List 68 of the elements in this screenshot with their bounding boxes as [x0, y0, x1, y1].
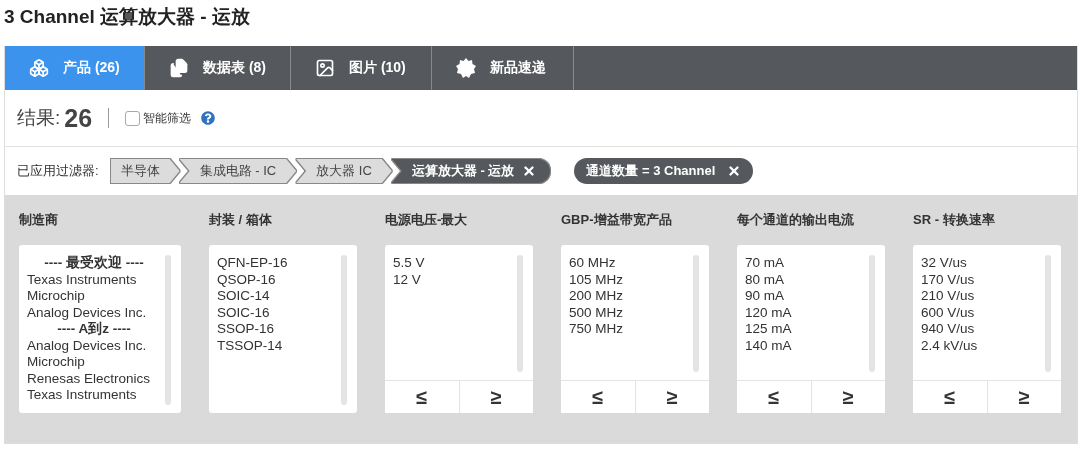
breadcrumb[interactable]: 放大器 IC [296, 159, 392, 183]
list-option[interactable]: QFN-EP-16 [217, 255, 337, 272]
compare-button[interactable]: ≥ [810, 381, 885, 413]
list-option[interactable]: Texas Instruments [27, 271, 161, 288]
filter-title: 封装 / 箱体 [209, 211, 273, 229]
scrollbar[interactable] [693, 255, 699, 372]
close-icon[interactable] [727, 164, 742, 178]
help-icon[interactable] [201, 111, 216, 125]
filters-label: 已应用过滤器: [17, 162, 99, 180]
results-label: 结果: [17, 106, 61, 130]
filter-title: GBP-增益带宽产品 [561, 211, 673, 229]
list-option[interactable]: 170 V/us [921, 271, 1041, 288]
list-option[interactable]: 125 mA [745, 321, 865, 338]
list-option[interactable]: QSOP-16 [217, 271, 337, 288]
scrollbar[interactable] [869, 255, 875, 372]
page-title: 3 Channel 运算放大器 - 运放 [3, 5, 251, 29]
list-group-header: ---- 最受欢迎 ---- [43, 255, 145, 272]
list-option[interactable]: 60 MHz [569, 255, 689, 272]
compare-button[interactable]: ≥ [458, 381, 533, 413]
cubes-icon [29, 58, 49, 78]
list-option[interactable]: 750 MHz [569, 321, 689, 338]
filter-title: 制造商 [19, 211, 59, 229]
filter-title: SR - 转换速率 [913, 211, 996, 229]
list-option[interactable]: SOIC-14 [217, 288, 337, 305]
list-option[interactable]: TSSOP-14 [217, 337, 337, 354]
breadcrumb[interactable]: 运算放大器 - 运放 [391, 159, 551, 183]
list-option[interactable]: Microchip [27, 288, 161, 305]
breadcrumb[interactable]: 集成电路 - IC [179, 159, 297, 183]
list-option[interactable]: 120 mA [745, 304, 865, 321]
list-option[interactable]: 210 V/us [921, 288, 1041, 305]
scrollbar[interactable] [1045, 255, 1051, 372]
compare-button[interactable]: ≥ [986, 381, 1061, 413]
list-option[interactable]: Microchip [27, 354, 161, 371]
scrollbar[interactable] [341, 255, 347, 405]
documents-icon [169, 58, 189, 78]
list-option[interactable]: 12 V [393, 271, 513, 288]
list-option[interactable]: 80 mA [745, 271, 865, 288]
filter-title: 每个通道的输出电流 [737, 211, 855, 229]
list-option[interactable]: 200 MHz [569, 288, 689, 305]
list-option[interactable]: Renesas Electronics [27, 370, 161, 387]
list-option[interactable]: 600 V/us [921, 304, 1041, 321]
filter-chip[interactable]: 通道数量 = 3 Channel [574, 158, 754, 184]
list-option[interactable]: 5.5 V [393, 255, 513, 272]
close-icon[interactable] [522, 164, 537, 178]
list-option[interactable]: 940 V/us [921, 321, 1041, 338]
list-option[interactable]: 70 mA [745, 255, 865, 272]
list-option[interactable]: 2.4 kV/us [921, 337, 1041, 354]
results-count: 26 [64, 103, 93, 133]
list-option[interactable]: SSOP-16 [217, 321, 337, 338]
checkbox-label: 智能筛选 [143, 109, 192, 127]
badge-icon [456, 58, 476, 78]
list-option[interactable]: 140 mA [745, 337, 865, 354]
filter-title: 电源电压-最大 [385, 211, 469, 229]
list-option[interactable]: Analog Devices Inc. [27, 337, 161, 354]
list-option[interactable]: 32 V/us [921, 255, 1041, 272]
list-option[interactable]: Analog Devices Inc. [27, 304, 161, 321]
list-option[interactable]: Texas Instruments [27, 387, 161, 404]
list-group-header: ---- A到z ---- [56, 321, 132, 338]
list-option[interactable]: 105 MHz [569, 271, 689, 288]
smart-filter-checkbox[interactable] [125, 110, 141, 126]
scrollbar[interactable] [165, 255, 171, 405]
list-option[interactable]: 90 mA [745, 288, 865, 305]
list-option[interactable]: 500 MHz [569, 304, 689, 321]
scrollbar[interactable] [517, 255, 523, 372]
breadcrumb[interactable]: 半导体 [110, 159, 180, 183]
list-option[interactable]: SOIC-16 [217, 304, 337, 321]
image-icon [315, 58, 335, 78]
compare-button[interactable]: ≥ [634, 381, 709, 413]
